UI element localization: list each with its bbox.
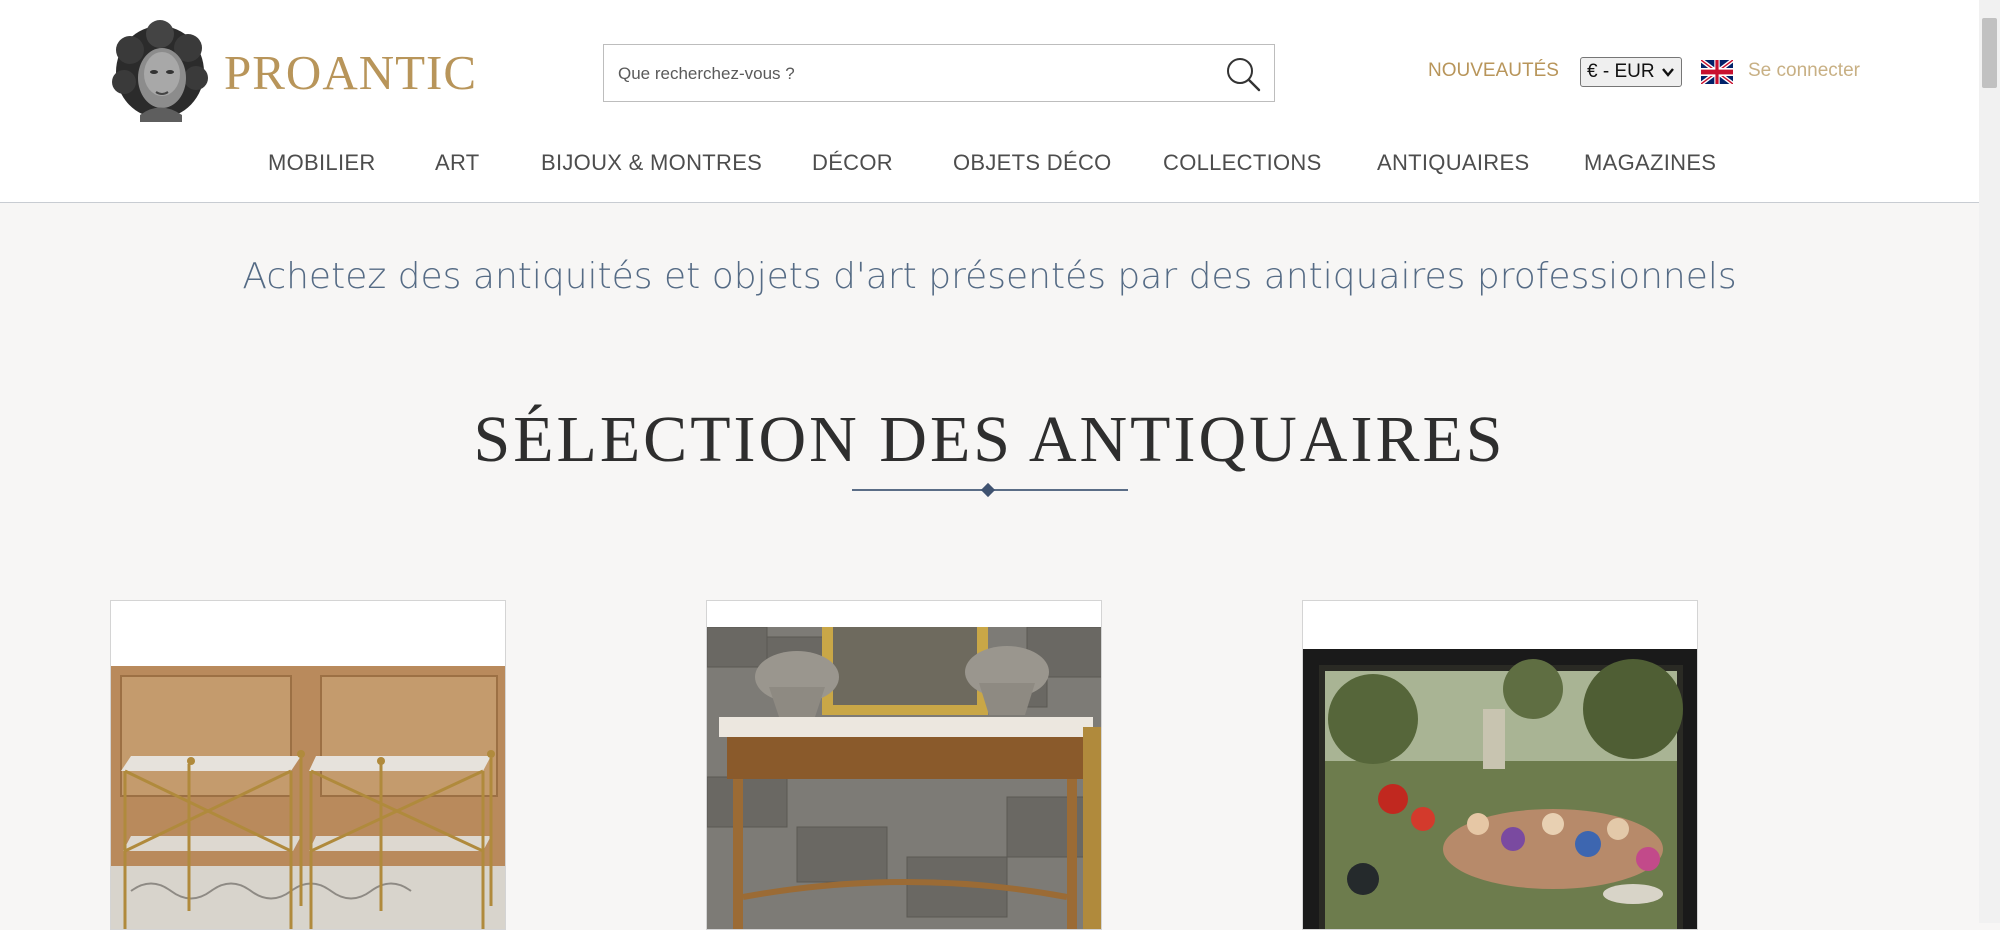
nav-item-magazines[interactable]: MAGAZINES — [1584, 150, 1716, 176]
section-title: SÉLECTION DES ANTIQUAIRES — [473, 403, 1506, 476]
uk-flag-icon[interactable] — [1701, 60, 1733, 84]
currency-value: € - EUR — [1587, 61, 1655, 82]
chevron-down-icon — [1662, 68, 1674, 77]
login-link[interactable]: Se connecter — [1748, 60, 1860, 82]
site-header: PROANTIC NOUVEAUTÉS € - EUR Se connecter… — [0, 0, 1979, 203]
nouveautes-link[interactable]: NOUVEAUTÉS — [1428, 60, 1559, 82]
nav-item-mobilier[interactable]: MOBILIER — [268, 150, 376, 176]
page-scrollbar[interactable] — [1979, 0, 2000, 923]
product-card[interactable] — [706, 600, 1102, 930]
nav-item-objets-deco[interactable]: OBJETS DÉCO — [953, 150, 1112, 176]
logo-text[interactable]: PROANTIC — [224, 44, 477, 101]
product-card[interactable] — [110, 600, 506, 930]
scrollbar-thumb[interactable] — [1982, 18, 1997, 88]
product-image-console[interactable] — [707, 627, 1102, 930]
search-icon[interactable] — [1224, 55, 1262, 93]
product-image-side-tables[interactable] — [111, 666, 506, 930]
logo-bust-icon[interactable] — [110, 20, 210, 122]
product-image-painting[interactable] — [1303, 649, 1698, 930]
main-nav: MOBILIER ART BIJOUX & MONTRES DÉCOR OBJE… — [0, 150, 1979, 180]
nav-item-collections[interactable]: COLLECTIONS — [1163, 150, 1322, 176]
page-tagline: Achetez des antiquités et objets d'art p… — [242, 256, 1737, 297]
title-divider-diamond — [980, 482, 996, 498]
nav-item-bijoux-montres[interactable]: BIJOUX & MONTRES — [541, 150, 762, 176]
search-bar — [603, 44, 1275, 103]
nav-item-antiquaires[interactable]: ANTIQUAIRES — [1377, 150, 1529, 176]
currency-select[interactable]: € - EUR — [1580, 57, 1682, 87]
search-input[interactable] — [616, 45, 1210, 103]
nav-item-art[interactable]: ART — [435, 150, 480, 176]
product-card[interactable] — [1302, 600, 1698, 930]
nav-item-decor[interactable]: DÉCOR — [812, 150, 893, 176]
